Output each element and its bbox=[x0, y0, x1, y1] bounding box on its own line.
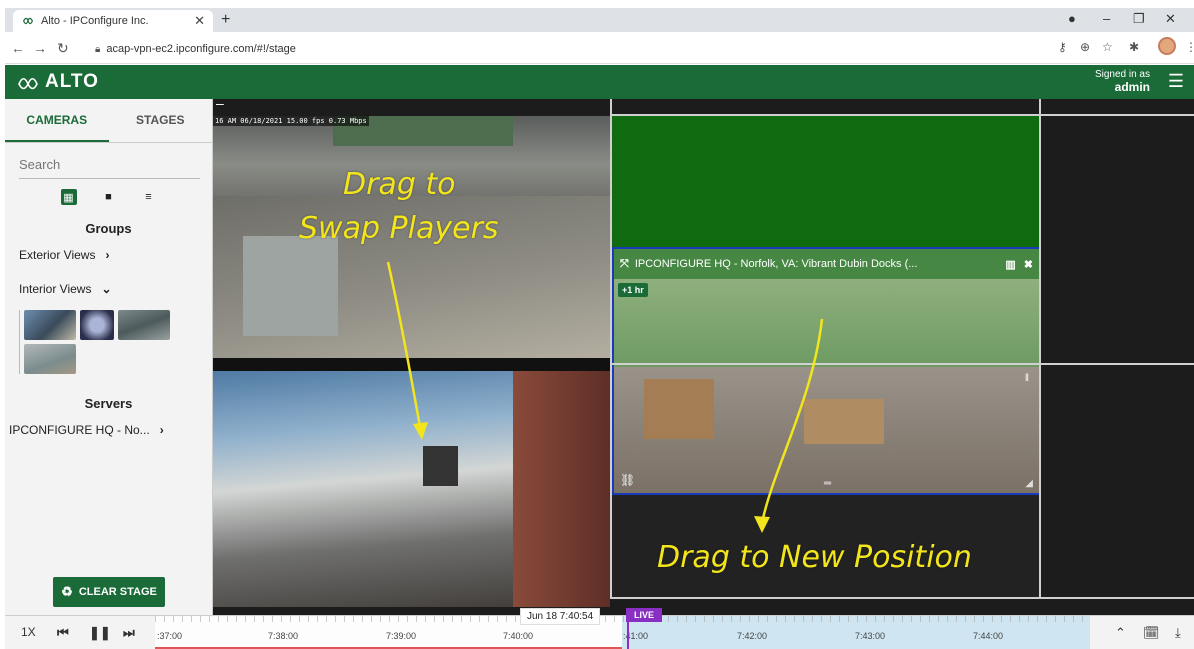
timeline-ticks bbox=[155, 616, 1090, 622]
stage-area: 16 AM 06/18/2021 15.00 fps 0.73 Mbps ⤧ I… bbox=[213, 99, 1194, 615]
signed-in-info: Signed in as admin bbox=[1095, 69, 1150, 93]
tab-cameras[interactable]: CAMERAS bbox=[5, 99, 109, 142]
group-exterior-views[interactable]: Exterior Views › bbox=[5, 248, 212, 262]
browser-tab-strip: Alto - IPConfigure Inc. ✕ + ● – ❐ ✕ bbox=[5, 8, 1194, 32]
camera-thumbnail[interactable] bbox=[24, 310, 76, 340]
browser-tab[interactable]: Alto - IPConfigure Inc. ✕ bbox=[13, 10, 213, 32]
move-arrow-line bbox=[760, 318, 824, 524]
live-button[interactable]: LIVE bbox=[626, 608, 663, 622]
timeline-label: 7:38:00 bbox=[268, 631, 299, 641]
tab-stages[interactable]: STAGES bbox=[109, 99, 213, 142]
skip-back-icon[interactable]: ⏮ bbox=[57, 625, 69, 641]
reload-icon[interactable]: ↻ bbox=[57, 40, 69, 57]
clear-stage-button[interactable]: ♻ CLEAR STAGE bbox=[53, 577, 165, 607]
browser-menu-icon[interactable]: ⋮ bbox=[1185, 40, 1194, 54]
chevron-right-icon: › bbox=[159, 423, 164, 437]
recycle-icon: ♻ bbox=[61, 584, 73, 599]
swap-arrow-line bbox=[386, 261, 423, 433]
alto-logo[interactable]: ALTO bbox=[17, 71, 99, 93]
extensions-icon[interactable]: ✱ bbox=[1129, 40, 1139, 54]
camera-thumbnail[interactable] bbox=[118, 310, 170, 340]
lock-icon: 🔒︎ bbox=[95, 43, 101, 55]
username: admin bbox=[1114, 80, 1150, 94]
playback-speed[interactable]: 1X bbox=[21, 625, 36, 639]
close-tab-icon[interactable]: ✕ bbox=[194, 13, 205, 29]
download-icon[interactable]: ⤓ bbox=[1175, 625, 1181, 641]
annotation-arrows bbox=[386, 261, 824, 533]
camera-thumbnail[interactable] bbox=[24, 344, 76, 374]
search-input[interactable] bbox=[19, 157, 200, 172]
profile-indicator-icon[interactable]: ● bbox=[1068, 11, 1076, 26]
timeline-label: 7:40:00 bbox=[503, 631, 534, 641]
timeline-label: 7:42:00 bbox=[737, 631, 768, 641]
browser-window: Alto - IPConfigure Inc. ✕ + ● – ❐ ✕ ← → … bbox=[5, 8, 1194, 649]
key-icon[interactable]: ⚷ bbox=[1058, 40, 1067, 54]
group-label: Exterior Views bbox=[19, 248, 96, 262]
zoom-icon[interactable]: ⊕ bbox=[1080, 40, 1090, 54]
server-item[interactable]: IPCONFIGURE HQ - No... › bbox=[5, 423, 212, 437]
move-arrowhead bbox=[754, 516, 770, 533]
logo-text: ALTO bbox=[45, 71, 99, 92]
new-tab-icon[interactable]: + bbox=[221, 11, 230, 29]
restore-window-icon[interactable]: ❐ bbox=[1133, 11, 1145, 27]
minimize-window-icon[interactable]: – bbox=[1103, 11, 1110, 26]
camera-thumbnails bbox=[19, 310, 189, 374]
single-view-icon[interactable]: ■ bbox=[101, 189, 117, 205]
url-text: acap-vpn-ec2.ipconfigure.com/#!/stage bbox=[106, 43, 296, 55]
timeline-label: 7:39:00 bbox=[386, 631, 417, 641]
chevron-up-icon[interactable]: ⌃ bbox=[1115, 625, 1126, 641]
timeline-label: 7:44:00 bbox=[973, 631, 1004, 641]
browser-address-bar: ← → ↻ 🔒︎ acap-vpn-ec2.ipconfigure.com/#!… bbox=[5, 32, 1194, 64]
alto-favicon-icon bbox=[22, 17, 34, 25]
calendar-icon[interactable]: 🗓︎ bbox=[1143, 625, 1160, 641]
profile-avatar[interactable] bbox=[1158, 37, 1176, 55]
servers-title: Servers bbox=[84, 396, 133, 411]
chevron-down-icon: ⌄ bbox=[101, 282, 112, 296]
timeline-label: 7:43:00 bbox=[855, 631, 886, 641]
chevron-right-icon: › bbox=[105, 248, 110, 262]
sidebar-tabs: CAMERAS STAGES bbox=[5, 99, 212, 143]
pause-icon[interactable]: ❚❚ bbox=[89, 625, 111, 641]
server-label: IPCONFIGURE HQ - No... bbox=[9, 423, 150, 437]
group-label: Interior Views bbox=[19, 282, 92, 296]
hamburger-menu-icon[interactable]: ☰ bbox=[1168, 71, 1184, 92]
close-window-icon[interactable]: ✕ bbox=[1165, 11, 1176, 27]
forward-icon[interactable]: → bbox=[33, 40, 47, 56]
list-view-icon[interactable]: ≡ bbox=[141, 189, 157, 205]
current-time-label: Jun 18 7:40:54 bbox=[520, 608, 601, 625]
timeline-label: :37:00 bbox=[157, 631, 183, 641]
url-field[interactable]: 🔒︎ acap-vpn-ec2.ipconfigure.com/#!/stage bbox=[95, 39, 1050, 59]
groups-title: Groups bbox=[85, 221, 132, 236]
timeline-track[interactable]: :37:00 7:38:00 7:39:00 7:40:00 :41:00 7:… bbox=[155, 616, 1090, 649]
back-icon[interactable]: ← bbox=[11, 40, 25, 56]
group-interior-views[interactable]: Interior Views ⌄ bbox=[5, 282, 212, 296]
clear-stage-label: CLEAR STAGE bbox=[78, 586, 157, 598]
skip-forward-icon[interactable]: ⏭ bbox=[123, 625, 135, 641]
search-field bbox=[19, 151, 200, 179]
browser-tab-title: Alto - IPConfigure Inc. bbox=[41, 15, 149, 27]
view-mode-buttons: ▦ ■ ≡ bbox=[5, 189, 212, 205]
grid-view-icon[interactable]: ▦ bbox=[60, 189, 77, 205]
sidebar: CAMERAS STAGES ▦ ■ ≡ Groups Exterior Vie… bbox=[5, 99, 213, 615]
camera-thumbnail[interactable] bbox=[80, 310, 114, 340]
app-header: ALTO Signed in as admin ☰ bbox=[5, 65, 1194, 99]
alto-logo-icon bbox=[18, 77, 38, 90]
bookmark-star-icon[interactable]: ☆ bbox=[1102, 40, 1113, 54]
swap-arrowhead bbox=[413, 422, 428, 440]
